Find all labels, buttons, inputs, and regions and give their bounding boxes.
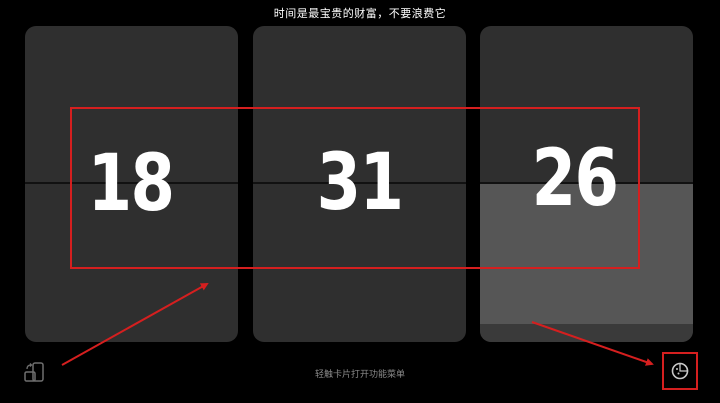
digits-highlight-box xyxy=(70,107,640,269)
flip-panel-shadow xyxy=(480,324,693,342)
motto-text: 时间是最宝贵的财富，不要浪费它 xyxy=(273,7,447,20)
flip-clock-screen: 时间是最宝贵的财富，不要浪费它 18 31 26 轻触卡片打开功能菜单 xyxy=(0,0,720,403)
palette-icon[interactable] xyxy=(670,361,690,381)
tap-hint-text: 轻触卡片打开功能菜单 xyxy=(314,370,405,380)
